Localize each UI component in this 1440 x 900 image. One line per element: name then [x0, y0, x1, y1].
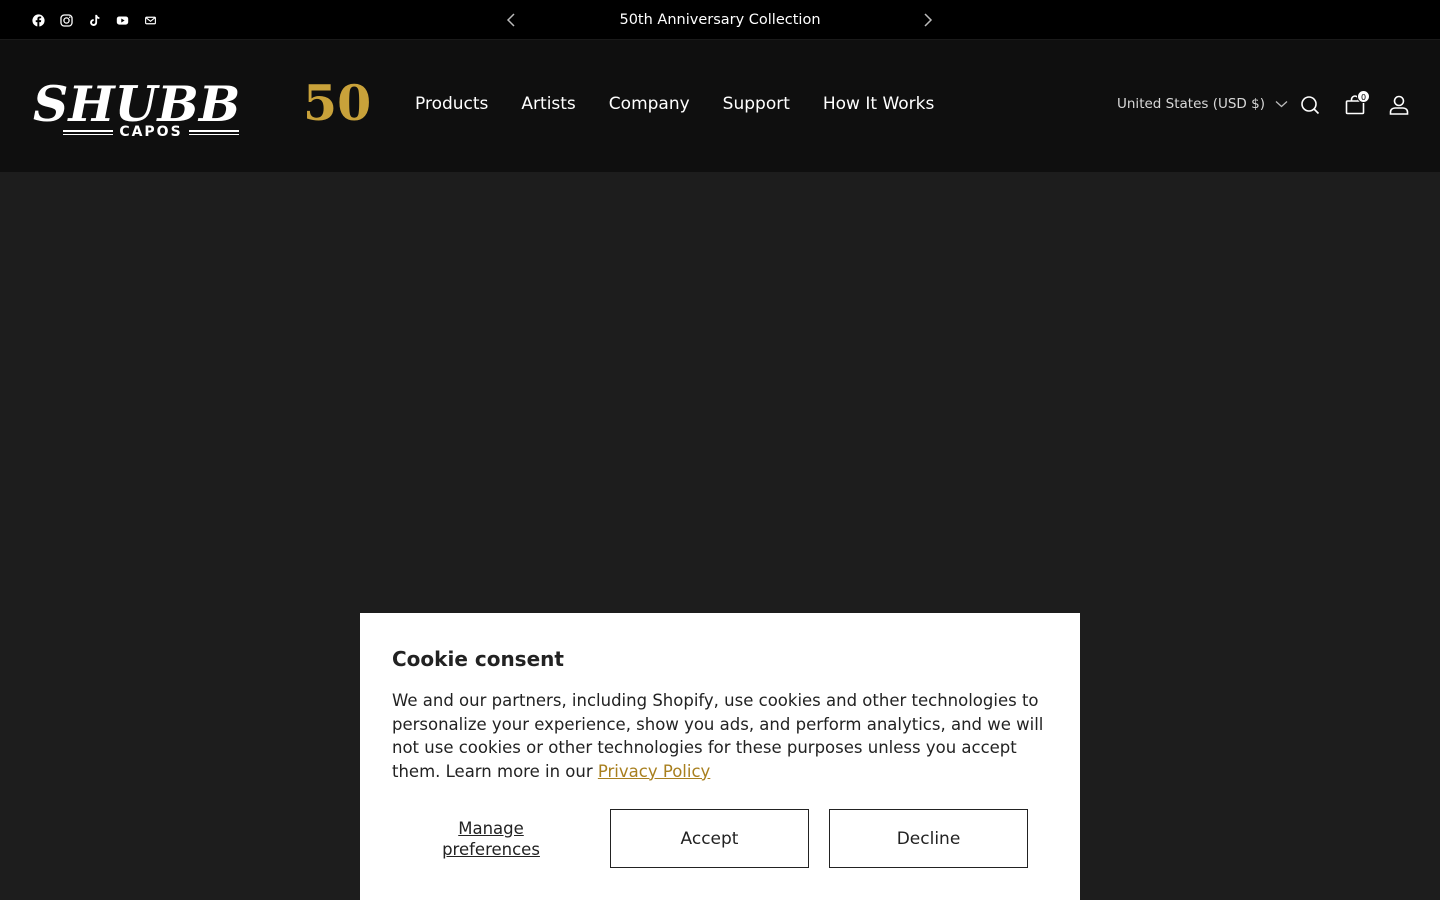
cookie-consent-dialog: Cookie consent We and our partners, incl…	[360, 613, 1080, 900]
announcement-text[interactable]: 50th Anniversary Collection	[540, 0, 900, 40]
instagram-icon[interactable]	[58, 12, 74, 28]
main-nav: Products Artists Company Support How It …	[415, 94, 934, 114]
privacy-policy-link[interactable]: Privacy Policy	[598, 762, 710, 781]
logo-subtitle: CAPOS	[33, 124, 269, 140]
nav-company[interactable]: Company	[609, 94, 690, 114]
manage-preferences-line-2: preferences	[442, 839, 540, 859]
search-button[interactable]	[1300, 95, 1322, 117]
cookie-consent-text: We and our partners, including Shopify, …	[392, 691, 1044, 781]
announcement-bar: 50th Anniversary Collection	[0, 0, 1440, 40]
chevron-down-icon	[1275, 101, 1288, 108]
email-icon[interactable]	[142, 12, 158, 28]
cart-count-badge: 0	[1357, 90, 1370, 103]
cookie-consent-title: Cookie consent	[392, 647, 564, 671]
chevron-left-icon	[506, 13, 515, 27]
country-selector[interactable]: United States (USD $)	[1117, 96, 1288, 112]
logo-rule-right	[188, 129, 239, 135]
logo-anniversary-number: 50	[303, 74, 372, 132]
youtube-icon[interactable]	[114, 12, 130, 28]
site-header: SHUBB 50 CAPOS Products Artists Company …	[0, 40, 1440, 172]
search-icon	[1301, 96, 1320, 115]
tiktok-icon[interactable]	[86, 12, 102, 28]
nav-how-it-works[interactable]: How It Works	[823, 94, 934, 114]
logo-subtitle-text: CAPOS	[119, 124, 183, 140]
accept-button[interactable]: Accept	[610, 809, 809, 868]
nav-support[interactable]: Support	[723, 94, 790, 114]
user-icon	[1389, 95, 1409, 115]
manage-preferences-button[interactable]: Manage preferences	[392, 809, 590, 868]
decline-button[interactable]: Decline	[829, 809, 1028, 868]
facebook-icon[interactable]	[30, 12, 46, 28]
announcement-prev-button[interactable]	[501, 10, 521, 30]
social-links	[30, 12, 158, 28]
country-selector-label: United States (USD $)	[1117, 96, 1265, 112]
chevron-right-icon	[924, 13, 933, 27]
account-button[interactable]	[1389, 95, 1411, 117]
nav-artists[interactable]: Artists	[521, 94, 575, 114]
cookie-consent-body: We and our partners, including Shopify, …	[392, 689, 1052, 783]
cookie-consent-actions: Manage preferences Accept Decline	[392, 809, 1048, 868]
logo-rule-left	[63, 129, 114, 135]
cart-button[interactable]: 0	[1345, 90, 1370, 117]
nav-products[interactable]: Products	[415, 94, 488, 114]
manage-preferences-line-1: Manage	[458, 818, 524, 838]
site-logo[interactable]: SHUBB 50 CAPOS	[33, 79, 375, 140]
logo-wordmark: SHUBB	[33, 75, 241, 133]
manage-preferences-label: Manage preferences	[442, 818, 540, 860]
announcement-next-button[interactable]	[918, 10, 938, 30]
